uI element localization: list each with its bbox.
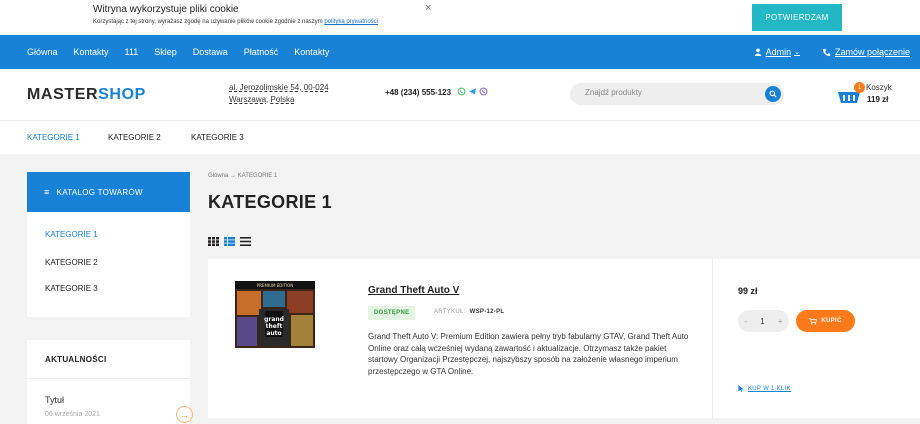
cursor-icon [738,385,744,392]
cookie-title: Witryna wykorzystuje pliki cookie [93,4,239,15]
cart-count-badge: 1 [854,82,865,93]
cart-icon [809,317,818,325]
qty-value[interactable]: 1 [760,317,764,326]
qty-increase-button[interactable]: + [778,317,783,326]
store-address[interactable]: al. Jerozolimskie 54, 00-024 Warszawa, P… [229,82,329,106]
product-description: Grand Theft Auto V: Premium Edition zawi… [368,332,689,376]
nav-link-111[interactable]: 111 [125,47,139,57]
cookie-confirm-button[interactable]: POTWIERDZAM [752,4,842,31]
cookie-banner: Witryna wykorzystuje pliki cookie Korzys… [0,0,920,35]
telegram-icon[interactable] [468,87,477,96]
user-icon [754,48,761,56]
product-card: PREMIUM EDITION grand theft auto Grand T… [208,259,920,418]
catalog-panel: ≡ KATALOG TOWARÓW KATEGORIE 1 KATEGORIE … [27,172,190,317]
list-view-icon[interactable] [224,237,235,246]
stock-badge: DOSTĘPNE [368,306,416,320]
cart-total: 119 zł [867,95,889,104]
grid-view-icon[interactable] [208,237,219,246]
category-navigation: KATEGORIE 1 KATEGORIE 2 KATEGORIE 3 [0,120,920,154]
svg-text:grand: grand [264,316,284,323]
one-click-label: KUP W 1 KLIK [748,385,791,392]
svg-text:auto: auto [266,330,281,337]
catalog-title: KATALOG TOWARÓW [56,187,143,197]
catalog-item-2[interactable]: KATEGORIE 2 [45,258,98,267]
request-call-label: Zamów połączenie [834,47,910,57]
product-name-link[interactable]: Grand Theft Auto V [368,285,459,296]
compact-list-view-icon[interactable] [240,237,251,246]
svg-text:theft: theft [266,323,283,330]
nav-link-contacts[interactable]: Kontakty [74,47,109,57]
catalog-item-1[interactable]: KATEGORIE 1 [45,230,98,239]
address-line-2: Warszawa, Polska [229,95,295,104]
arrow-right-icon[interactable]: → [176,406,193,423]
privacy-policy-link[interactable]: polityką prywatności [324,19,378,25]
request-call-link[interactable]: Zamów połączenie [822,47,910,57]
news-item-title[interactable]: Tytuł [45,395,64,405]
news-title: AKTUALNOŚCI [45,355,107,364]
catalog-header[interactable]: ≡ KATALOG TOWARÓW [27,172,190,212]
viber-icon[interactable] [479,87,488,96]
logo-text-b: SHOP [98,86,146,103]
phone-text: +48 (234) 555-123 [385,88,452,97]
news-panel: AKTUALNOŚCI Tytuł 06 września 2021 → [27,340,193,424]
sku-label: ARTYKUŁ: [434,309,466,315]
view-switcher [208,237,256,246]
phone-number[interactable]: +48 (234) 555-123 [385,87,488,98]
cart-label: Koszyk [866,83,892,92]
image-caption: PREMIUM EDITION [257,283,294,288]
breadcrumb[interactable]: Główna → KATEGORIE 1 [208,173,277,179]
search-button[interactable] [765,86,781,102]
site-logo[interactable]: MASTERSHOP [27,86,146,104]
address-line-1: al. Jerozolimskie 54, 00-024 [229,83,329,92]
nav-link-contacts-2[interactable]: Kontakty [294,47,329,57]
phone-icon [822,48,831,56]
cookie-text-body: Korzystając z tej strony, wyrażasz zgodę… [93,19,325,25]
cookie-text: Korzystając z tej strony, wyrażasz zgodę… [93,19,378,25]
admin-label: Admin [765,47,792,57]
chevron-down-icon: ⌄ [794,49,800,56]
cart-widget[interactable]: 1 Koszyk 119 zł [836,81,920,109]
catalog-item-3[interactable]: KATEGORIE 3 [45,284,98,293]
news-divider [27,378,190,379]
buy-label: KUPIĆ [821,318,842,324]
qty-decrease-button[interactable]: - [745,317,748,326]
admin-menu[interactable]: Admin ⌄ [754,47,800,57]
search-bar[interactable]: Znajdź produkty [570,83,784,105]
catnav-item-3[interactable]: KATEGORIE 3 [191,133,244,142]
top-navigation: Główna Kontakty 111 Sklep Dostawa Płatno… [0,35,920,69]
menu-icon: ≡ [44,187,50,197]
site-header: MASTERSHOP al. Jerozolimskie 54, 00-024 … [0,69,920,120]
product-price: 99 zł [738,286,758,296]
card-divider [712,259,713,418]
nav-link-payment[interactable]: Płatność [244,47,279,57]
whatsapp-icon[interactable] [457,87,466,96]
search-input[interactable]: Znajdź produkty [585,88,642,97]
catnav-item-2[interactable]: KATEGORIE 2 [108,133,161,142]
sku-value: WSP-12-PL [469,309,505,315]
product-image[interactable]: PREMIUM EDITION grand theft auto [235,281,315,348]
cookie-close-icon[interactable]: × [425,2,431,14]
logo-text-a: MASTER [27,86,99,103]
catnav-item-1[interactable]: KATEGORIE 1 [27,133,80,142]
nav-link-home[interactable]: Główna [27,47,58,57]
page-title: KATEGORIE 1 [208,192,332,212]
nav-link-shop[interactable]: Sklep [154,47,177,57]
news-item-date: 06 września 2021 [45,411,100,418]
search-icon [769,90,777,98]
buy-button[interactable]: KUPIĆ [796,310,855,332]
nav-link-delivery[interactable]: Dostawa [193,47,228,57]
quantity-stepper[interactable]: - 1 + [738,310,789,332]
one-click-buy-link[interactable]: KUP W 1 KLIK [738,385,791,392]
product-sku: ARTYKUŁ: WSP-12-PL [434,309,504,315]
